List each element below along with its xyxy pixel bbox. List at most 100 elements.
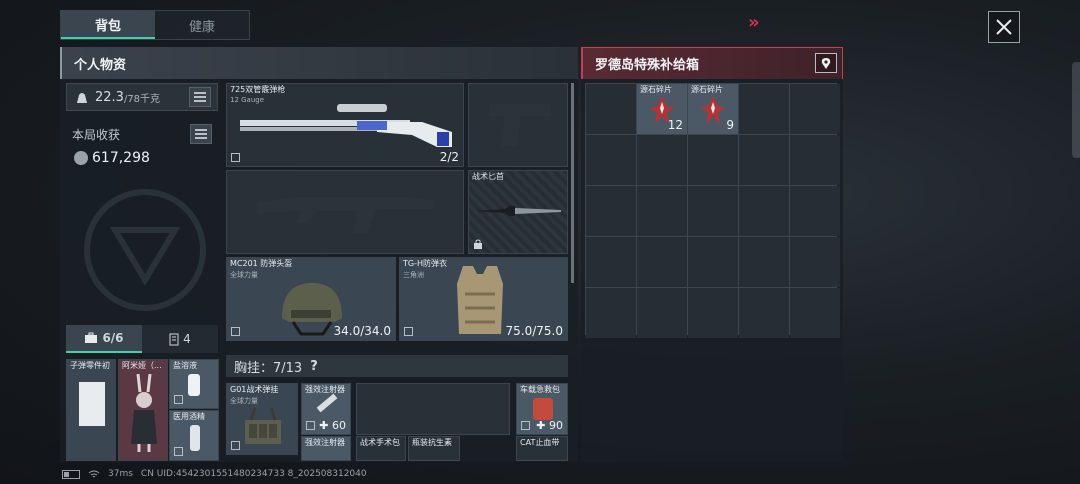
lock-icon	[474, 239, 482, 249]
helmet-slot[interactable]: MC201 防弹头盔 全球力量 34.0/34.0	[226, 257, 396, 341]
vest-item-antibiotic[interactable]: 瓶装抗生素	[408, 436, 460, 461]
vest-item-surgery-kit[interactable]: 战术手术包	[356, 436, 406, 461]
weight-icon	[77, 93, 87, 103]
tab-container-slots[interactable]: 4	[142, 325, 218, 353]
item-count: 12	[667, 118, 683, 132]
grid-cell[interactable]	[739, 186, 789, 236]
tab-health[interactable]: 健康	[155, 11, 249, 39]
tab-backpack-slots[interactable]: 6/6	[66, 325, 142, 353]
grid-cell[interactable]	[586, 237, 636, 287]
weapon-ammo: 2/2	[439, 150, 459, 164]
vest-equip-slot[interactable]: G01战术弹挂 全球力量	[226, 383, 298, 455]
armor-name: TG-H防弹衣	[403, 259, 447, 268]
double-chevron-right-icon[interactable]: »	[748, 12, 759, 33]
pocket-item-amiya[interactable]: 阿米娅（...	[118, 359, 168, 461]
pistol-slot[interactable]	[468, 83, 568, 167]
grid-cell[interactable]	[586, 135, 636, 185]
vest-item-injector-2[interactable]: 强效注射器	[301, 436, 351, 461]
grid-cell[interactable]	[688, 237, 738, 287]
figure-icon	[131, 374, 157, 452]
vest-capacity: 胸挂：7/13	[234, 360, 303, 376]
grid-cell[interactable]	[586, 288, 636, 338]
vest-help-button[interactable]: ?	[310, 359, 318, 374]
pocket-item-saline[interactable]: 盐溶液	[169, 359, 219, 409]
grid-cell[interactable]	[688, 186, 738, 236]
knife-slot[interactable]: 战术匕首	[468, 170, 568, 254]
armor-slot[interactable]: TG-H防弹衣 三角洲 75.0/75.0	[399, 257, 568, 341]
injector-count-wrap: ✚ 60	[319, 419, 346, 432]
vest-name: G01战术弹挂	[230, 385, 279, 394]
item-label: 战术手术包	[360, 438, 400, 447]
grid-cell[interactable]	[637, 237, 687, 287]
close-icon	[996, 19, 1012, 35]
grid-cell[interactable]	[739, 237, 789, 287]
vest-item-injector[interactable]: 强效注射器 ✚ 60	[301, 383, 351, 435]
item-label: 盐溶液	[173, 361, 197, 370]
pocket-item-alcohol[interactable]: 医用酒精	[169, 410, 219, 461]
grid-cell[interactable]	[688, 135, 738, 185]
uid-text: CN UID:4542301551480234733 8_20250831204…	[140, 469, 367, 479]
grid-cell[interactable]	[688, 288, 738, 338]
item-count: 9	[726, 118, 734, 132]
item-label: 源石碎片	[640, 85, 672, 94]
grid-cell[interactable]	[637, 288, 687, 338]
grid-cell[interactable]	[739, 288, 789, 338]
supply-item-originium-2[interactable]: 源石碎片 9	[688, 84, 738, 134]
close-button[interactable]	[988, 11, 1020, 43]
grid-cell[interactable]	[586, 84, 636, 134]
money-display: 617,298	[74, 150, 150, 166]
grid-cell[interactable]	[790, 135, 840, 185]
top-tabs: 背包 健康	[60, 10, 250, 40]
car-kit-count: 90	[549, 419, 563, 432]
helmet-brand: 全球力量	[230, 271, 258, 279]
knife-icon	[475, 206, 561, 216]
locate-button[interactable]	[815, 53, 837, 73]
grid-cell[interactable]	[637, 186, 687, 236]
item-label: 子弹零件初	[70, 361, 110, 370]
lock-slot-icon	[521, 421, 530, 430]
lock-slot-icon	[306, 421, 315, 430]
grid-cell[interactable]	[739, 135, 789, 185]
battery-icon	[62, 469, 80, 479]
coin-icon	[74, 151, 88, 165]
primary-weapon-slot[interactable]: 725双管霰弹枪 12 Gauge 2/2	[226, 83, 464, 167]
supply-item-originium-1[interactable]: 源石碎片 12	[637, 84, 687, 134]
harvest-list-button[interactable]	[190, 124, 212, 144]
supply-box-title-text: 罗德岛特殊补给箱	[595, 58, 700, 73]
bag-tabs: 6/6 4	[66, 325, 218, 353]
side-drawer-handle[interactable]	[1072, 62, 1080, 158]
grid-cell[interactable]	[586, 186, 636, 236]
grid-cell[interactable]	[637, 135, 687, 185]
grid-cell[interactable]	[739, 84, 789, 134]
item-label: 瓶装抗生素	[412, 438, 452, 447]
grid-cell[interactable]	[790, 288, 840, 338]
wifi-icon	[88, 470, 100, 477]
weight-list-button[interactable]	[189, 87, 211, 107]
inventory-scrollbar[interactable]	[571, 83, 574, 283]
ping-value: 37ms	[108, 469, 133, 479]
card-icon	[79, 382, 105, 426]
secondary-weapon-slot[interactable]	[226, 170, 464, 254]
armor-brand: 三角洲	[403, 271, 424, 279]
status-bar: 37ms CN UID:4542301551480234733 8_202508…	[62, 469, 367, 479]
car-kit-count-wrap: ✚ 90	[536, 419, 563, 432]
item-label: 车载急救包	[520, 385, 560, 394]
tab-backpack[interactable]: 背包	[61, 11, 155, 39]
vest-empty-slots[interactable]	[356, 383, 510, 435]
grid-cell[interactable]	[790, 237, 840, 287]
armor-durability: 75.0/75.0	[505, 324, 563, 338]
pistol-silhouette-icon	[489, 104, 551, 146]
bottle-icon	[188, 374, 200, 396]
lock-slot-icon	[231, 153, 240, 162]
vest-item-tourniquet[interactable]: CAT止血带	[516, 436, 568, 461]
medkit-icon	[533, 398, 553, 420]
container-count: 4	[183, 332, 191, 346]
location-pin-icon	[821, 57, 831, 69]
originium-shard-icon	[700, 96, 726, 124]
grid-cell[interactable]	[790, 84, 840, 134]
pocket-item-ammo-parts[interactable]: 子弹零件初	[66, 359, 116, 461]
list-icon	[194, 92, 206, 102]
harvest-label: 本局收获	[72, 128, 121, 142]
vest-item-car-kit[interactable]: 车载急救包 ✚ 90	[516, 383, 568, 435]
grid-cell[interactable]	[790, 186, 840, 236]
